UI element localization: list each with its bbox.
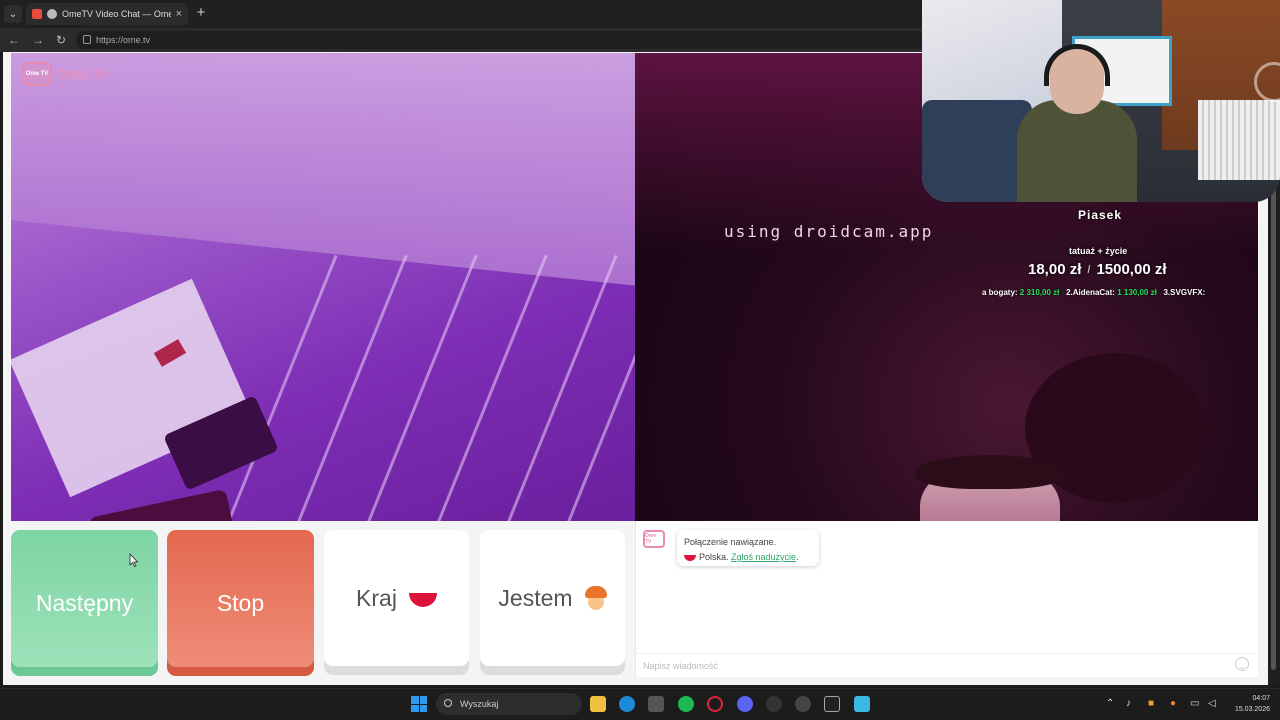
- video-stripe: [277, 254, 408, 521]
- next-button-label: Następny: [35, 589, 134, 616]
- tab-title: OmeTV Video Chat — Omegle: [62, 9, 171, 19]
- store-icon[interactable]: [648, 696, 664, 712]
- lock-icon: [83, 35, 91, 44]
- video-stripe: [347, 254, 478, 521]
- local-video: [11, 53, 635, 521]
- next-button[interactable]: Następny: [11, 530, 158, 676]
- tv-icon: Ome TV: [22, 62, 52, 86]
- taskbar-search-placeholder: Wyszukaj: [460, 699, 499, 709]
- video-stripe: [487, 254, 618, 521]
- close-tab-icon[interactable]: ×: [176, 8, 182, 20]
- goal-target: 1500,00 zł: [1096, 261, 1167, 278]
- report-suffix: .: [796, 552, 799, 562]
- ometv-chat-icon: Ome TV: [643, 530, 665, 548]
- ticker-name: 2.AidenaCat:: [1066, 288, 1115, 297]
- streamer-webcam: [922, 0, 1280, 202]
- report-abuse-link[interactable]: Zgłoś nadużycie: [731, 552, 796, 562]
- ticker-name: a bogaty:: [982, 288, 1018, 297]
- cam-bed: [922, 100, 1032, 202]
- connection-status: Połączenie nawiązane.: [684, 537, 777, 547]
- chat-message-input[interactable]: Napisz wiadomość: [636, 653, 1256, 677]
- goal-current: 18,00 zł: [1028, 261, 1082, 278]
- poland-flag-icon: [684, 554, 696, 561]
- ticker-amount: 1 130,00 zł: [1117, 288, 1157, 297]
- game-app-icon[interactable]: [824, 696, 840, 712]
- clock-date: 15.03.2026: [1234, 706, 1270, 713]
- ometv-favicon-icon: [47, 9, 57, 19]
- system-message: Połączenie nawiązane. Polska. Zgłoś nadu…: [677, 530, 819, 566]
- network-icon[interactable]: ▭: [1190, 698, 1199, 709]
- video-hair: [915, 455, 1065, 489]
- new-tab-icon[interactable]: +: [192, 4, 210, 22]
- boy-emoji-hair: [584, 586, 607, 598]
- screen: ⌄ OmeTV Video Chat — Omegle × + ← → ↻ ht…: [0, 0, 1280, 720]
- emoji-picker-icon[interactable]: [1235, 657, 1249, 671]
- windows-taskbar: [0, 688, 1280, 720]
- donation-goal-label: tatuaż + życie: [1069, 246, 1128, 256]
- partner-country-line: Polska. Zgłoś nadużycie.: [684, 550, 812, 565]
- edge-browser-icon[interactable]: [619, 696, 635, 712]
- video-ceiling: [11, 53, 635, 290]
- partner-country: Polska.: [699, 552, 729, 562]
- url-field[interactable]: https://ome.tv: [76, 31, 926, 49]
- country-button[interactable]: Kraj: [324, 530, 469, 666]
- stop-button[interactable]: Stop: [167, 530, 314, 676]
- donation-ticker: a bogaty: 2 310,00 zł 2.AidenaCat: 1 130…: [982, 288, 1258, 300]
- search-icon: [444, 699, 452, 707]
- remote-video-caption: using droidcam.app: [724, 222, 934, 241]
- gender-button[interactable]: Jestem: [480, 530, 625, 666]
- taskbar-clock[interactable]: 04:07 15.03.2026: [1226, 693, 1270, 715]
- notepad-icon[interactable]: [854, 696, 870, 712]
- windows-start-icon[interactable]: [411, 696, 427, 712]
- back-icon[interactable]: ←: [6, 32, 22, 48]
- tray-app-icon[interactable]: ■: [1148, 698, 1154, 709]
- mouse-cursor-icon: [129, 553, 139, 567]
- chat-input-placeholder: Napisz wiadomość: [643, 660, 719, 671]
- youtube-favicon-icon: [32, 9, 42, 19]
- volume-icon[interactable]: ◁: [1208, 698, 1216, 709]
- discord-icon[interactable]: [737, 696, 753, 712]
- file-explorer-icon[interactable]: [590, 696, 606, 712]
- url-text: https://ome.tv: [96, 35, 151, 45]
- ticker-amount: 2 310,00 zł: [1019, 288, 1060, 297]
- opera-icon[interactable]: [707, 696, 723, 712]
- ticker-name: 3.SVGVFX:: [1163, 288, 1206, 297]
- country-button-label: Kraj: [356, 584, 397, 611]
- donation-goal-values: 18,00 zł / 1500,00 zł: [1028, 261, 1167, 278]
- taskbar-search[interactable]: Wyszukaj: [436, 693, 582, 715]
- poland-flag-icon: [408, 593, 437, 607]
- logo-text: Ome.tv: [56, 65, 107, 83]
- video-shadow: [88, 488, 234, 521]
- streamer-name: Piasek: [1078, 208, 1123, 222]
- cam-person-body: [1017, 100, 1137, 202]
- gender-button-label: Jestem: [498, 584, 573, 611]
- speaker-icon[interactable]: ♪: [1126, 698, 1131, 709]
- boy-emoji-icon: [584, 586, 607, 610]
- cam-radiator: [1198, 100, 1280, 180]
- goal-separator: /: [1087, 264, 1091, 276]
- obs-icon[interactable]: [766, 696, 782, 712]
- forward-icon[interactable]: →: [30, 32, 46, 48]
- clock-time: 04:07: [1252, 695, 1270, 702]
- microphone-icon[interactable]: ●: [1170, 698, 1176, 709]
- reload-icon[interactable]: ↻: [53, 32, 69, 48]
- tab-ometv[interactable]: OmeTV Video Chat — Omegle ×: [26, 3, 188, 25]
- ometv-logo[interactable]: Ome TV Ome.tv: [22, 62, 107, 86]
- tab-list-button[interactable]: ⌄: [4, 5, 22, 23]
- spotify-icon[interactable]: [678, 696, 694, 712]
- video-stripe: [417, 254, 548, 521]
- app-icon[interactable]: [795, 696, 811, 712]
- stop-button-label: Stop: [216, 589, 265, 616]
- tray-overflow-icon[interactable]: ⌃: [1106, 698, 1114, 709]
